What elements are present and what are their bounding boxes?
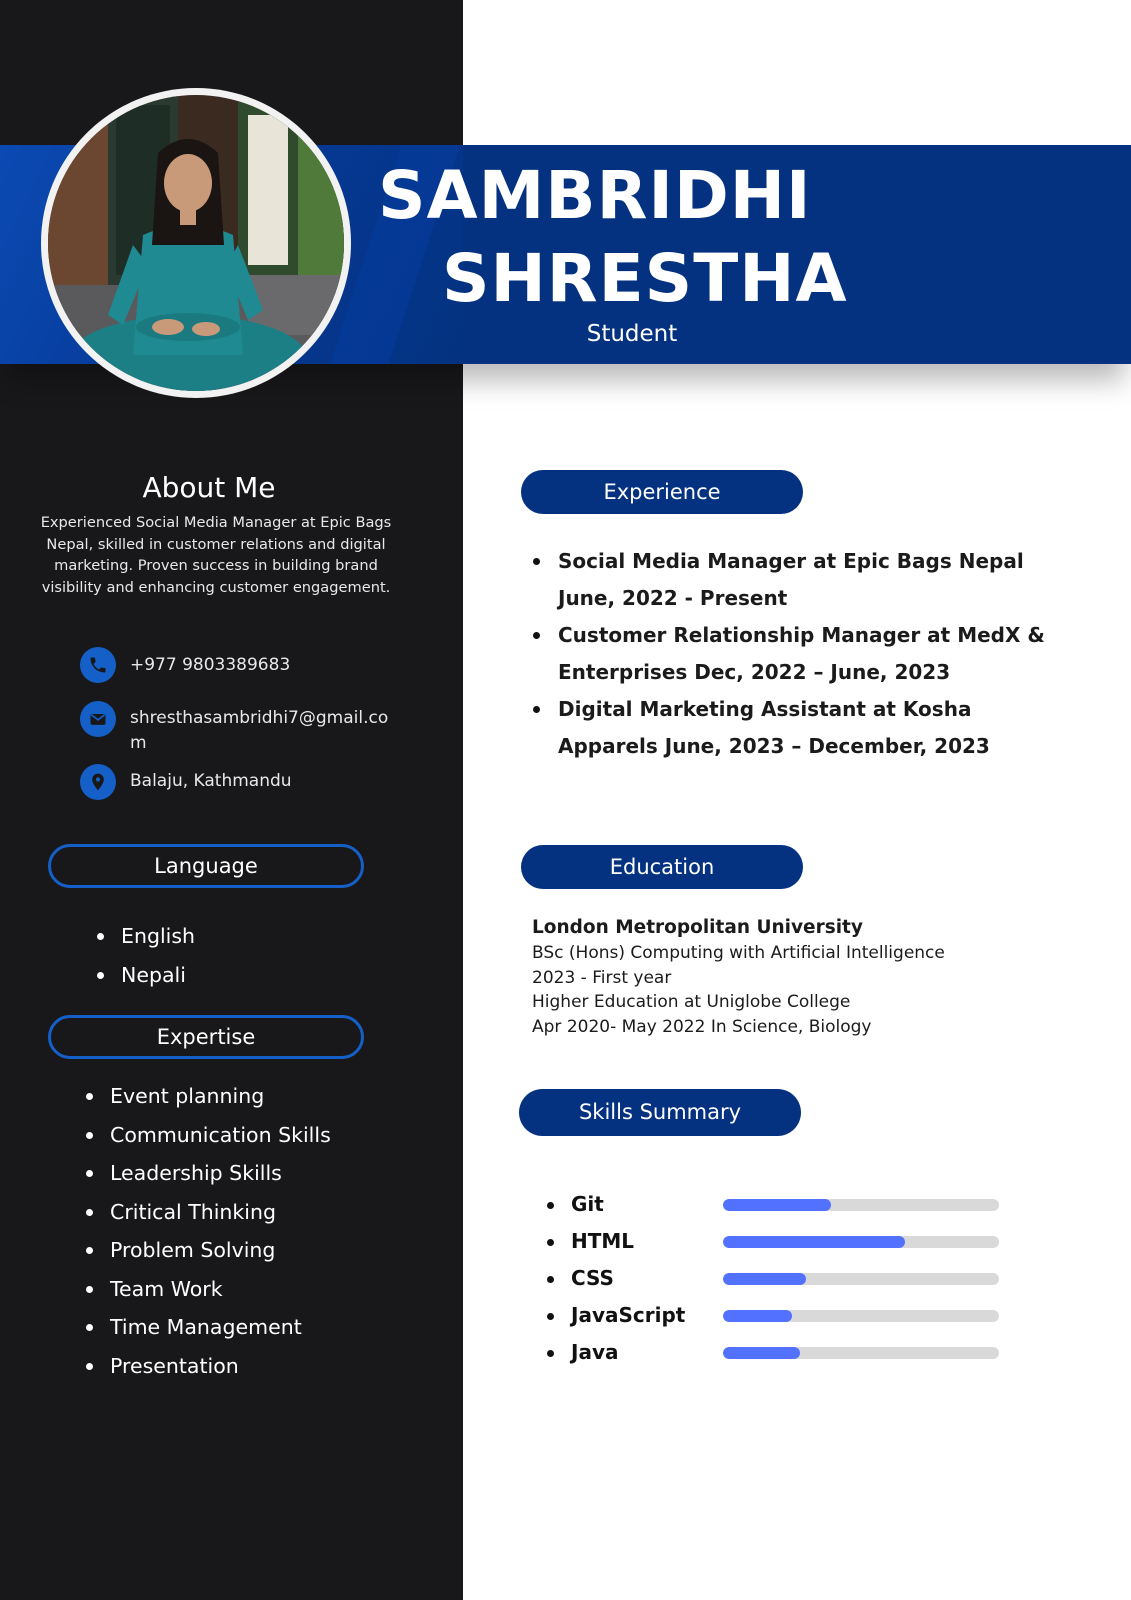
name-last: SHRESTHA (442, 240, 848, 317)
expertise-heading: Expertise (48, 1015, 364, 1059)
language-list: English Nepali (97, 917, 195, 994)
expertise-item: Team Work (86, 1270, 331, 1309)
education-line: 2023 - First year (532, 967, 672, 988)
skill-name: HTML (571, 1229, 635, 1253)
skill-row: JavaScript (545, 1297, 1005, 1334)
location-text: Balaju, Kathmandu (130, 771, 292, 791)
expertise-item: Leadership Skills (86, 1154, 331, 1193)
skill-bar-track (723, 1347, 999, 1359)
contact-email: shresthasambridhi7@gmail.com (80, 701, 390, 756)
skill-bar-track (723, 1199, 999, 1211)
skill-bar-fill (723, 1273, 806, 1285)
skill-bar-track (723, 1310, 999, 1322)
contact-phone: +977 9803389683 (80, 647, 390, 683)
skill-row: Java (545, 1334, 1005, 1371)
expertise-list: Event planning Communication Skills Lead… (86, 1077, 331, 1385)
education-block: London Metropolitan University BSc (Hons… (532, 915, 1052, 1039)
skill-row: CSS (545, 1260, 1005, 1297)
profile-photo (48, 95, 344, 391)
skill-bar-fill (723, 1199, 831, 1211)
bullet (547, 1350, 554, 1357)
language-item: Nepali (97, 956, 195, 995)
expertise-item: Presentation (86, 1347, 331, 1386)
skill-bar-track (723, 1236, 999, 1248)
skill-bar-fill (723, 1236, 906, 1248)
profile-photo-illustration (48, 95, 344, 391)
experience-heading: Experience (521, 470, 803, 514)
bullet (547, 1202, 554, 1209)
phone-icon (80, 647, 116, 683)
skill-bar-fill (723, 1347, 801, 1359)
language-item: English (97, 917, 195, 956)
skill-row: HTML (545, 1223, 1005, 1260)
university-name: London Metropolitan University (532, 917, 863, 938)
about-text: Experienced Social Media Manager at Epic… (40, 514, 392, 596)
education-line: Apr 2020- May 2022 In Science, Biology (532, 1016, 872, 1037)
skill-row: Git (545, 1186, 1005, 1223)
phone-number[interactable]: +977 9803389683 (130, 653, 390, 678)
experience-list: Social Media Manager at Epic Bags Nepal … (530, 543, 1060, 765)
contact-location: Balaju, Kathmandu (80, 764, 390, 800)
skill-name: CSS (571, 1266, 614, 1290)
education-heading: Education (521, 845, 803, 889)
expertise-item: Critical Thinking (86, 1193, 331, 1232)
about-title: About Me (142, 471, 276, 504)
email-address[interactable]: shresthasambridhi7@gmail.com (130, 706, 390, 756)
skill-name: Java (571, 1340, 619, 1364)
skill-name: JavaScript (571, 1303, 686, 1327)
language-heading: Language (48, 844, 364, 888)
expertise-item: Time Management (86, 1308, 331, 1347)
skill-bar-track (723, 1273, 999, 1285)
bullet (547, 1313, 554, 1320)
expertise-item: Event planning (86, 1077, 331, 1116)
skill-name: Git (571, 1192, 604, 1216)
location-pin-icon (80, 764, 116, 800)
bullet (547, 1239, 554, 1246)
job-title: Student (586, 321, 678, 347)
experience-item: Digital Marketing Assistant at Kosha App… (530, 691, 1060, 765)
education-line: BSc (Hons) Computing with Artificial Int… (532, 943, 945, 963)
expertise-item: Problem Solving (86, 1231, 331, 1270)
experience-item: Social Media Manager at Epic Bags Nepal … (530, 543, 1060, 617)
expertise-item: Communication Skills (86, 1116, 331, 1155)
skill-bar-fill (723, 1310, 792, 1322)
education-line: Higher Education at Uniglobe College (532, 992, 851, 1012)
mail-icon (80, 701, 116, 737)
experience-item: Customer Relationship Manager at MedX & … (530, 617, 1060, 691)
skills-heading: Skills Summary (519, 1089, 801, 1136)
bullet (547, 1276, 554, 1283)
name-first: SAMBRIDHI (378, 157, 812, 234)
